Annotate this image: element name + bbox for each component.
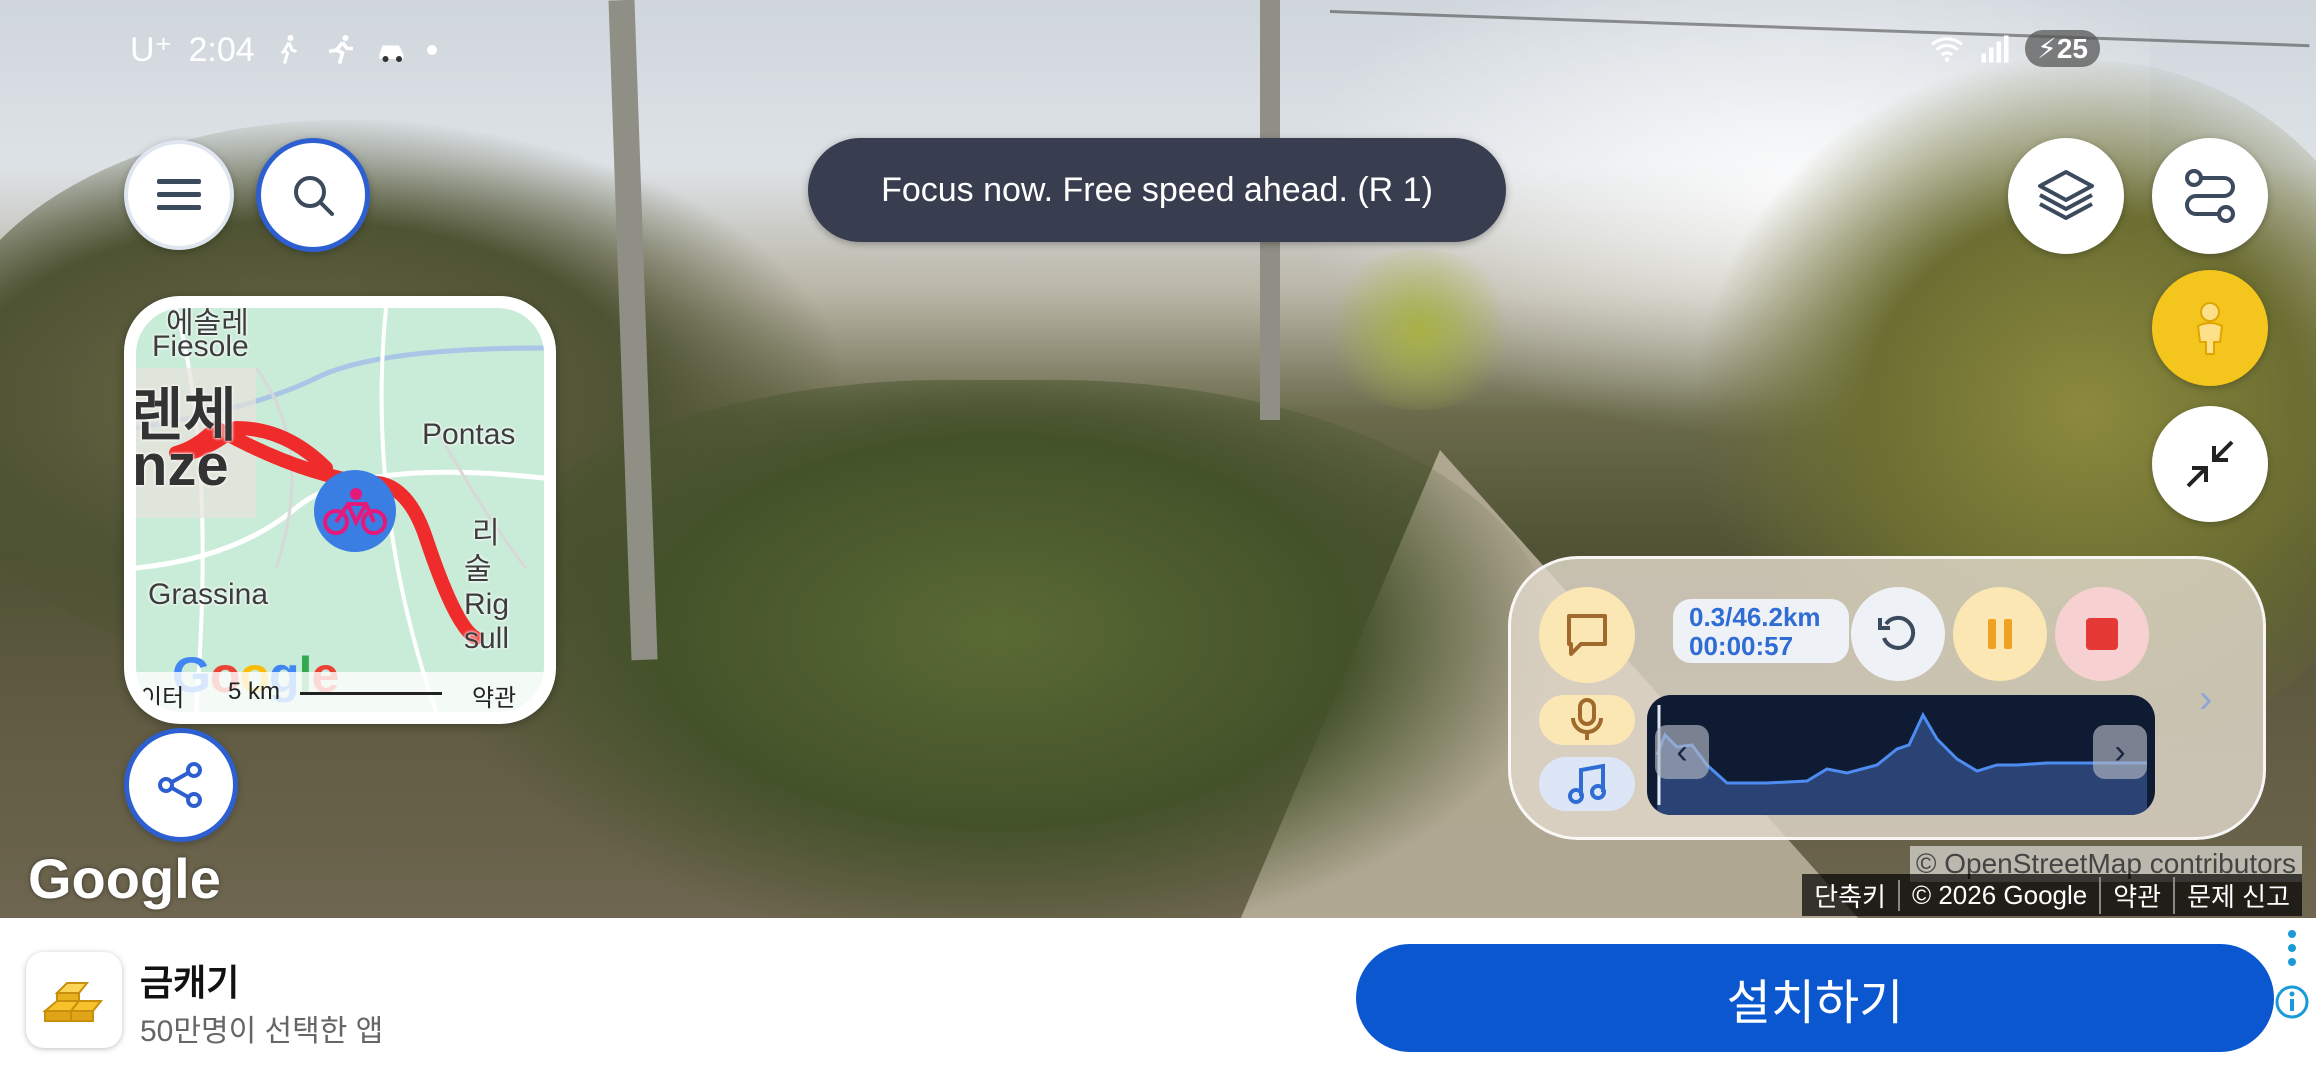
carrier-label: U⁺ <box>130 31 173 69</box>
reset-button[interactable] <box>1851 587 1945 681</box>
refresh-icon <box>1878 615 1916 650</box>
notification-dot <box>426 45 437 55</box>
status-bar-right: ⚡25 <box>1929 30 2100 67</box>
wifi-icon <box>1931 36 1964 62</box>
ride-control-panel: 0.3/46.2km 00:00:57 ‹ › › <box>1508 556 2266 840</box>
route-graph-button[interactable] <box>124 728 238 842</box>
gold-bars-icon <box>42 982 104 1022</box>
music-note-icon <box>1568 763 1606 804</box>
scale-distance: 5 km <box>228 678 281 705</box>
search-button[interactable] <box>256 138 370 252</box>
microphone-button[interactable] <box>1539 695 1635 745</box>
map-label: Grassina <box>148 578 269 611</box>
rider-position-marker <box>314 470 396 552</box>
ad-info[interactable] <box>2274 930 2310 1070</box>
run-icon <box>328 35 353 64</box>
bicycle-icon <box>323 488 387 535</box>
car-icon <box>379 45 404 62</box>
walk-icon <box>280 35 297 64</box>
route-icon <box>2185 169 2235 223</box>
tree-yellow <box>1320 250 1520 410</box>
route-button[interactable] <box>2152 138 2268 254</box>
install-button[interactable]: 설치하기 <box>1356 944 2274 1052</box>
ad-app-icon[interactable] <box>26 952 122 1048</box>
attribution-bar: 단축키 © 2026 Google 약관 문제 신고 <box>1802 874 2302 916</box>
network-icon <box>158 762 202 808</box>
bushes <box>450 380 1550 918</box>
minimap-scale-bar: 이터 5 km 약관 <box>136 672 544 712</box>
ad-banner[interactable]: 금캐기 50만명이 선택한 앱 설치하기 <box>0 918 2316 1080</box>
map-label: sull <box>464 622 510 655</box>
minimap[interactable]: 에솔레 Fiesole 렌체 nze Pontas Grassina 리 술 R… <box>124 296 556 724</box>
search-icon <box>294 176 334 216</box>
stop-button[interactable] <box>2055 587 2149 681</box>
info-icon <box>2275 985 2309 1019</box>
music-button[interactable] <box>1539 757 1635 811</box>
map-label: nze <box>136 433 229 498</box>
google-watermark: Google <box>28 847 221 910</box>
menu-button[interactable] <box>124 140 234 250</box>
map-label: Pontas <box>422 418 516 451</box>
pause-button[interactable] <box>1953 587 2047 681</box>
ride-stats: 0.3/46.2km 00:00:57 <box>1673 599 1849 663</box>
layers-button[interactable] <box>2008 138 2124 254</box>
scale-data-label: 이터 <box>140 685 185 712</box>
copyright-text: © 2026 Google <box>1897 879 2099 911</box>
signal-icon <box>1981 35 2009 62</box>
distance-readout: 0.3/46.2km <box>1689 602 1821 632</box>
elevation-profile[interactable]: ‹ › <box>1647 695 2155 815</box>
terms-link[interactable]: 약관 <box>472 678 516 712</box>
map-label: 술 <box>464 553 492 586</box>
battery-charging-icon: ⚡ <box>2037 33 2057 64</box>
pegman-button[interactable] <box>2152 270 2268 386</box>
layers-icon <box>2038 170 2094 220</box>
clock: 2:04 <box>188 30 255 69</box>
stop-icon <box>2086 618 2118 650</box>
pause-icon <box>1988 619 2012 649</box>
battery-indicator: ⚡25 <box>2025 30 2100 67</box>
ad-subtitle: 50만명이 선택한 앱 <box>140 1015 384 1048</box>
pegman-icon <box>2196 302 2224 355</box>
scale-line <box>300 692 442 695</box>
chat-icon <box>1567 614 1607 656</box>
microphone-icon <box>1571 698 1603 740</box>
elevation-next-button[interactable]: › <box>2093 725 2147 779</box>
report-problem-link[interactable]: 문제 신고 <box>2173 876 2302 914</box>
collapse-icon <box>2186 440 2234 488</box>
panel-next-button[interactable]: › <box>2199 677 2212 722</box>
toast-message: Focus now. Free speed ahead. (R 1) <box>808 138 1506 242</box>
collapse-button[interactable] <box>2152 406 2268 522</box>
more-vert-icon <box>2288 930 2296 966</box>
minimap-canvas[interactable]: 에솔레 Fiesole 렌체 nze Pontas Grassina 리 술 R… <box>136 308 544 712</box>
elevation-chart <box>1655 705 2147 815</box>
map-label: Rig <box>464 588 510 621</box>
ad-title[interactable]: 금캐기 <box>140 954 239 1006</box>
terms-link[interactable]: 약관 <box>2099 876 2173 914</box>
hamburger-icon <box>157 179 201 210</box>
status-bar-left: U⁺ 2:04 <box>130 30 437 70</box>
elapsed-time: 00:00:57 <box>1689 631 1794 661</box>
elevation-prev-button[interactable]: ‹ <box>1655 725 1709 779</box>
chat-button[interactable] <box>1539 587 1635 683</box>
map-label: Fiesole <box>152 330 249 363</box>
shortcuts-link[interactable]: 단축키 <box>1802 877 1898 914</box>
